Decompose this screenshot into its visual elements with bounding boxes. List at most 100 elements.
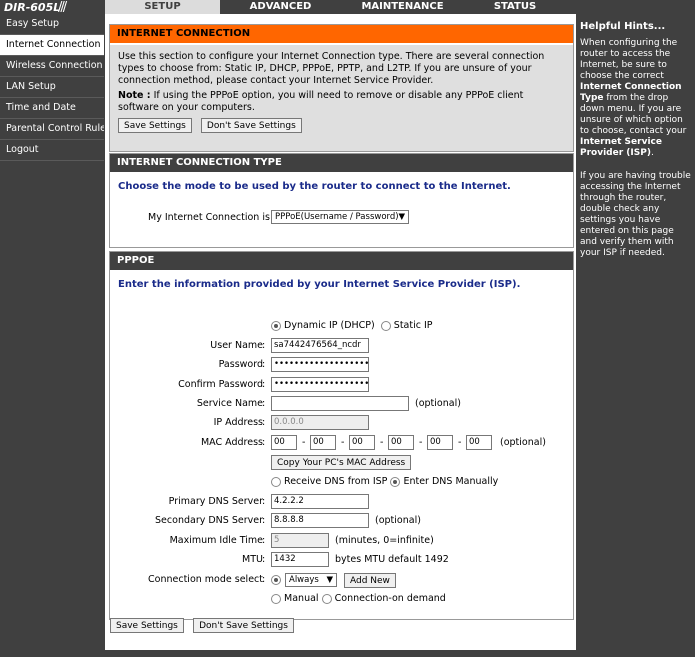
chevron-down-icon: ▼ [326,575,333,585]
brand-logo: DIR-605L [4,1,61,14]
copy-mac-button[interactable]: Copy Your PC's MAC Address [271,455,412,470]
mtu-label: MTU [242,554,263,565]
sidebar-item-parental-control[interactable]: Parental Control Rules [0,119,104,140]
ip-address-input[interactable]: 0.0.0.0 [271,415,369,430]
pppoe-panel: PPPOE Enter the information provided by … [109,251,574,620]
ip-address-label: IP Address [213,417,263,428]
service-optional-text: (optional) [415,398,461,409]
mtu-unit: bytes MTU default 1492 [335,554,449,565]
internet-connection-panel: INTERNET CONNECTION Use this section to … [109,24,574,152]
mac-separator: - [380,437,384,448]
intro-note: Note : If using the PPPoE option, you wi… [118,90,565,114]
mac-separator: - [302,437,306,448]
mac-separator: - [458,437,462,448]
colon: : [262,496,266,507]
colon: : [262,398,266,409]
colon: : [262,515,266,526]
colon: : [262,417,266,428]
connection-mode-manual-radio[interactable] [271,593,281,604]
colon: : [262,379,266,390]
tab-status[interactable]: STATUS [475,0,555,14]
password-input[interactable]: •••••••••••••••••••••••• [271,357,369,372]
dynamic-ip-radio[interactable] [271,320,281,331]
save-settings-button-bottom[interactable]: Save Settings [110,618,184,633]
colon: : [262,340,266,351]
mac-octet-1-input[interactable]: 00 [271,435,297,450]
help-text-part: . [650,148,654,158]
tab-setup[interactable]: SETUP [105,0,220,14]
static-ip-radio[interactable] [380,320,391,331]
connection-type-panel: INTERNET CONNECTION TYPE Choose the mode… [109,153,574,248]
sidebar-item-wireless-connection[interactable]: Wireless Connection [0,56,104,77]
help-paragraph-2: If you are having trouble accessing the … [580,171,691,258]
mac-octet-4-input[interactable]: 00 [388,435,414,450]
connection-mode-value: Always [289,575,319,585]
panel-title: INTERNET CONNECTION TYPE [110,154,573,172]
connection-mode-label: Connection mode select [148,574,263,585]
mac-address-label: MAC Address [200,437,263,448]
sidebar: Easy Setup Internet Connection Wireless … [0,14,104,657]
connection-type-value: PPPoE(Username / Password) [275,212,399,222]
sidebar-item-lan-setup[interactable]: LAN Setup [0,77,104,98]
mac-separator: - [419,437,423,448]
colon: : [262,535,266,546]
help-title: Helpful Hints... [580,21,666,32]
tab-maintenance[interactable]: MAINTENANCE [350,0,455,14]
bottom-strip [0,650,695,657]
connection-mode-select[interactable]: Always ▼ [285,573,337,587]
sidebar-item-time-and-date[interactable]: Time and Date [0,98,104,119]
connection-type-label: My Internet Connection is : [148,212,277,223]
confirm-password-input[interactable]: •••••••••••••••••••••••• [271,377,369,392]
dynamic-ip-label: Dynamic IP (DHCP) [284,320,375,331]
colon: : [262,359,266,370]
receive-dns-label: Receive DNS from ISP [284,476,388,487]
idle-time-input[interactable]: 5 [271,533,329,548]
add-new-button[interactable]: Add New [344,573,396,588]
static-ip-label: Static IP [393,320,433,331]
help-panel: Helpful Hints... When configuring the ro… [576,14,695,657]
colon: : [262,554,266,565]
manual-dns-label: Enter DNS Manually [403,476,499,487]
tab-advanced[interactable]: ADVANCED [233,0,328,14]
dont-save-settings-button-top[interactable]: Don't Save Settings [200,118,302,133]
primary-dns-label: Primary DNS Server [168,496,263,507]
chevron-down-icon: ▼ [398,212,405,222]
connection-mode-always-radio[interactable] [271,575,281,585]
sidebar-item-easy-setup[interactable]: Easy Setup [0,14,104,35]
idle-time-unit: (minutes, 0=infinite) [335,535,434,546]
mac-octet-6-input[interactable]: 00 [466,435,492,450]
secondary-dns-optional-text: (optional) [375,515,421,526]
mac-octet-5-input[interactable]: 00 [427,435,453,450]
manual-dns-radio[interactable] [390,476,401,487]
help-paragraph-1: When configuring the router to access th… [576,38,695,159]
colon: : [262,437,266,448]
intro-text: Use this section to configure your Inter… [118,51,545,86]
dont-save-settings-button-bottom[interactable]: Don't Save Settings [193,618,294,633]
secondary-dns-input[interactable]: 8.8.8.8 [271,513,369,528]
mac-octet-3-input[interactable]: 00 [349,435,375,450]
mtu-input[interactable]: 1432 [271,552,329,567]
connection-type-select[interactable]: PPPoE(Username / Password) ▼ [271,210,409,224]
brand-slash-icon: /// [58,0,67,15]
mac-separator: - [341,437,345,448]
top-nav: SETUP ADVANCED MAINTENANCE STATUS [105,0,575,14]
mac-optional-text: (optional) [500,437,546,448]
note-text: If using the PPPoE option, you will need… [118,90,524,113]
help-bold-isp: Internet Service Provider (ISP) [580,137,662,158]
primary-dns-input[interactable]: 4.2.2.2 [271,494,369,509]
help-text-part: When configuring the router to access th… [580,38,678,81]
mac-octet-2-input[interactable]: 00 [310,435,336,450]
connection-mode-on-demand-radio[interactable] [321,593,332,604]
username-input[interactable]: sa7442476564_ncdr [271,338,369,353]
save-settings-button-top[interactable]: Save Settings [118,118,192,133]
secondary-dns-label: Secondary DNS Server [155,515,263,526]
sidebar-item-logout[interactable]: Logout [0,140,104,161]
password-label: Password [218,359,263,370]
receive-dns-radio[interactable] [271,476,281,487]
service-name-input[interactable] [271,396,409,411]
panel-title: INTERNET CONNECTION [110,25,573,45]
sidebar-item-internet-connection[interactable]: Internet Connection [0,35,104,56]
pppoe-heading: Enter the information provided by your I… [118,279,521,290]
note-label: Note : [118,90,151,101]
idle-time-label: Maximum Idle Time [169,535,263,546]
